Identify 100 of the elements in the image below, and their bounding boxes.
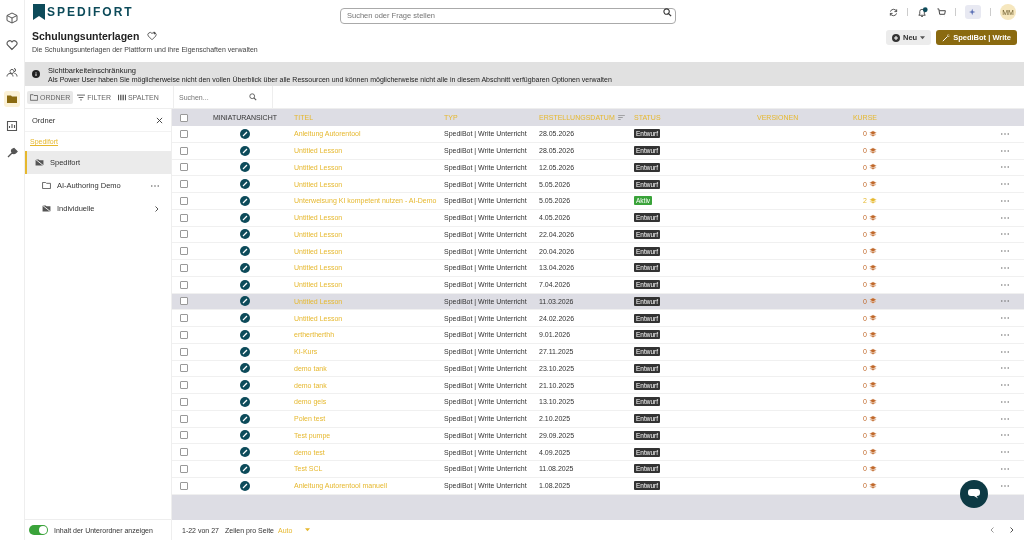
checkbox[interactable] (180, 481, 188, 490)
pencil-icon (240, 162, 250, 173)
next-page-icon[interactable] (1010, 527, 1014, 533)
more-icon[interactable] (1001, 132, 1009, 135)
checkbox[interactable] (180, 280, 188, 289)
more-icon[interactable] (1001, 367, 1009, 370)
more-icon[interactable] (1001, 434, 1009, 437)
pencil-icon (240, 463, 250, 474)
sparkle-button[interactable] (965, 5, 981, 19)
layers-icon (869, 347, 877, 356)
toggle-switch[interactable] (29, 525, 48, 535)
chevron-right-icon[interactable] (155, 205, 159, 212)
checkbox[interactable] (180, 146, 188, 155)
pencil-icon (240, 145, 250, 156)
pencil-icon (240, 346, 250, 357)
more-icon[interactable] (1001, 451, 1009, 454)
more-icon[interactable] (1001, 199, 1009, 202)
info-icon (32, 70, 40, 78)
checkbox[interactable] (180, 364, 188, 373)
pencil-icon (240, 128, 250, 139)
layers-icon (869, 448, 877, 457)
checkbox[interactable] (180, 196, 188, 205)
logo[interactable]: SPEDIFORT (33, 4, 134, 20)
layers-icon (869, 263, 877, 272)
pencil-icon (240, 430, 250, 441)
sort-icon[interactable] (617, 115, 625, 120)
pencil-icon (240, 212, 250, 223)
more-icon[interactable] (1001, 467, 1009, 470)
refresh-icon[interactable] (889, 7, 898, 17)
cube-icon[interactable] (4, 10, 20, 26)
more-icon[interactable] (1001, 417, 1009, 420)
pencil-icon (240, 363, 250, 374)
more-icon[interactable] (1001, 317, 1009, 320)
checkbox[interactable] (180, 180, 188, 189)
pencil-icon (240, 396, 250, 407)
more-icon[interactable] (1001, 400, 1009, 403)
more-icon[interactable] (1001, 166, 1009, 169)
checkbox[interactable] (180, 163, 188, 172)
layers-icon (869, 213, 877, 222)
more-icon[interactable] (1001, 250, 1009, 253)
more-icon[interactable] (1001, 300, 1009, 303)
layers-icon (869, 163, 877, 172)
more-icon[interactable] (1001, 333, 1009, 336)
more-icon[interactable] (151, 184, 159, 187)
checkbox[interactable] (180, 397, 188, 406)
layers-icon (869, 280, 877, 289)
sparkle-icon (969, 8, 977, 16)
search-icon[interactable] (249, 93, 257, 101)
checkbox[interactable] (180, 330, 188, 339)
layers-icon (869, 230, 877, 239)
heart-plus-icon[interactable] (147, 31, 158, 41)
plus-icon (892, 33, 901, 42)
search-icon[interactable] (663, 7, 672, 17)
checkbox[interactable] (180, 230, 188, 239)
more-icon[interactable] (1001, 350, 1009, 353)
chart-icon[interactable] (4, 118, 20, 134)
layers-icon (869, 464, 877, 473)
crossed-folder-icon (35, 159, 44, 166)
more-icon[interactable] (1001, 149, 1009, 152)
more-icon[interactable] (1001, 484, 1009, 487)
folder-icon (42, 182, 51, 189)
layers-icon (869, 414, 877, 423)
layers-icon (869, 431, 877, 440)
more-icon[interactable] (1001, 233, 1009, 236)
more-icon[interactable] (1001, 384, 1009, 387)
close-icon[interactable] (156, 116, 163, 124)
checkbox[interactable] (180, 381, 188, 390)
checkbox[interactable] (180, 414, 188, 423)
cart-icon[interactable] (937, 7, 946, 17)
checkbox[interactable] (180, 263, 188, 272)
filter-icon (77, 93, 86, 101)
bell-icon[interactable] (917, 6, 928, 18)
layers-icon (869, 314, 877, 323)
folder-icon[interactable] (4, 91, 20, 107)
more-icon[interactable] (1001, 283, 1009, 286)
checkbox[interactable] (180, 431, 188, 440)
more-icon[interactable] (1001, 216, 1009, 219)
pencil-icon (240, 262, 250, 273)
pencil-icon (240, 480, 250, 491)
columns-icon (117, 93, 126, 101)
layers-icon (869, 247, 877, 256)
layers-icon (869, 180, 877, 189)
wand-icon (942, 33, 951, 42)
layers-icon (869, 364, 877, 373)
checkbox[interactable] (180, 297, 188, 306)
checkbox[interactable] (180, 448, 188, 457)
caret-icon (305, 528, 311, 532)
previous-page-icon[interactable] (990, 527, 994, 533)
checkbox[interactable] (180, 213, 188, 222)
chat-button[interactable] (960, 480, 988, 508)
more-icon[interactable] (1001, 183, 1009, 186)
checkbox[interactable] (180, 347, 188, 356)
checkbox[interactable] (180, 113, 188, 122)
checkbox[interactable] (180, 247, 188, 256)
more-icon[interactable] (1001, 266, 1009, 269)
checkbox[interactable] (180, 464, 188, 473)
checkbox[interactable] (180, 129, 188, 138)
checkbox[interactable] (180, 314, 188, 323)
caret-icon (920, 35, 926, 40)
heart-icon[interactable] (4, 37, 20, 53)
